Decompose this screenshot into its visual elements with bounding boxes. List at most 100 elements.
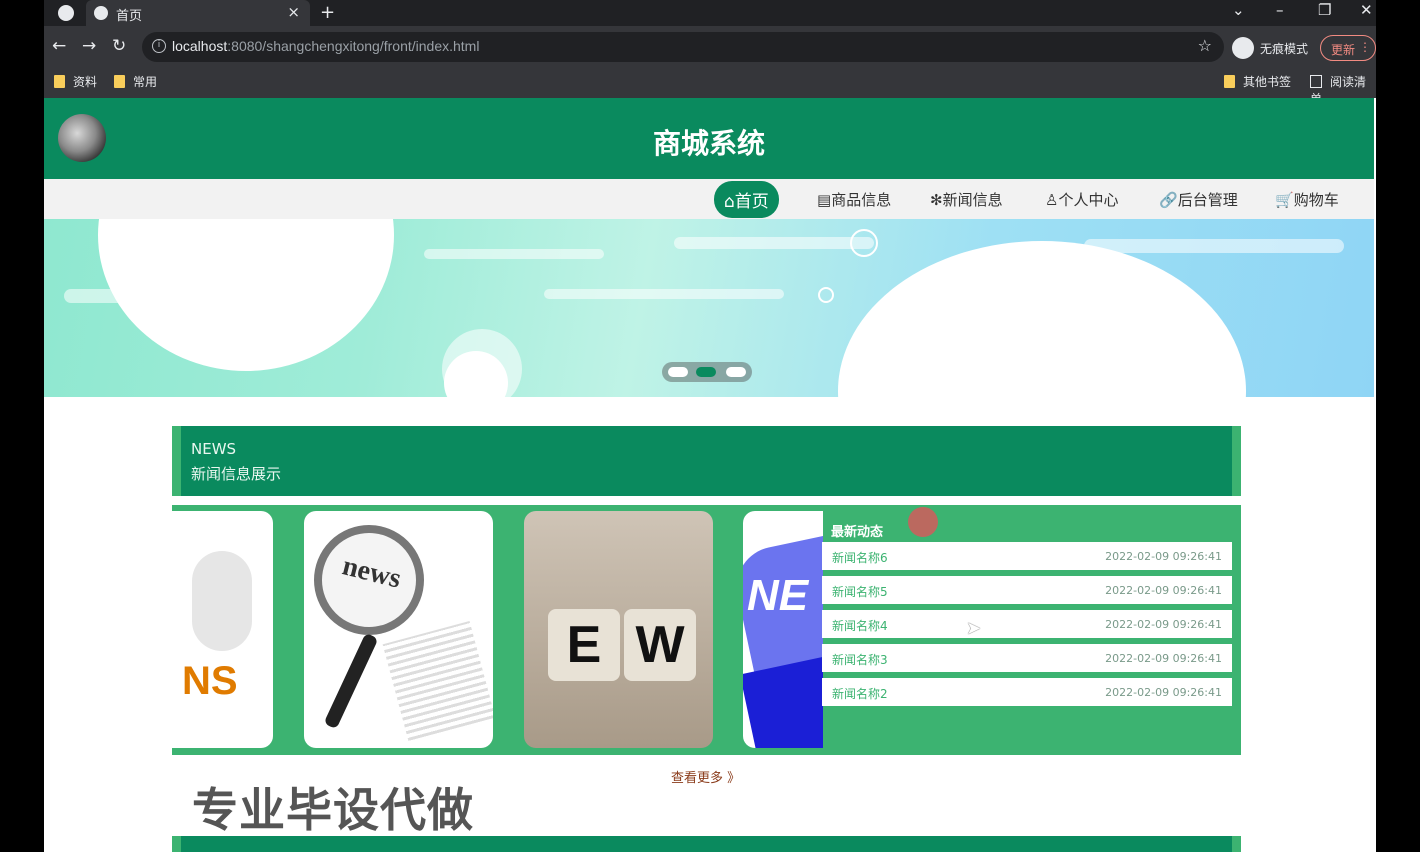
mouse-cursor-icon: ➤: [966, 618, 982, 639]
news-item-time: 2022-02-09 09:26:41: [1105, 686, 1222, 699]
decor-ring: [818, 287, 834, 303]
nav-label: 新闻信息: [942, 191, 1003, 209]
latest-news-title: 最新动态: [831, 525, 884, 540]
nav-products[interactable]: ▤商品信息: [817, 189, 891, 210]
browser-chrome: 首页 × + ⌄ – ❐ ✕ ← → ↻ i localhost:8080/sh…: [44, 0, 1376, 106]
news-item-time: 2022-02-09 09:26:41: [1105, 584, 1222, 597]
favicon-icon: [94, 6, 108, 20]
news-item-name: 新闻名称6: [832, 551, 888, 565]
folder-icon: [54, 75, 65, 88]
screen: 首页 × + ⌄ – ❐ ✕ ← → ↻ i localhost:8080/sh…: [0, 0, 1420, 852]
figure-shape: [192, 551, 252, 651]
menu-icon[interactable]: ⋮: [1359, 40, 1371, 54]
thumb-text: W: [624, 609, 696, 681]
list-icon: ▤: [817, 191, 832, 209]
other-bookmarks[interactable]: 其他书签: [1224, 73, 1291, 90]
thumb-text: NE: [747, 571, 809, 620]
tab-home[interactable]: 首页 ×: [86, 0, 310, 26]
reading-list-icon: [1310, 75, 1322, 88]
bookmark-label: 资料: [73, 75, 98, 89]
news-item-name: 新闻名称5: [832, 585, 888, 599]
cart-icon: 🛒: [1275, 191, 1294, 209]
tab-title: 首页: [116, 9, 143, 24]
news-item[interactable]: 新闻名称2 2022-02-09 09:26:41: [822, 678, 1232, 706]
news-item[interactable]: 新闻名称5 2022-02-09 09:26:41: [822, 576, 1232, 604]
dropdown-icon[interactable]: ⌄: [1232, 1, 1245, 19]
carousel-dot-2[interactable]: [696, 367, 716, 377]
tab-close-icon[interactable]: ×: [287, 3, 300, 21]
cloud-shape: [544, 289, 784, 299]
news-heading-en: NEWS: [191, 440, 237, 458]
thumb-text: E: [548, 609, 620, 681]
nav-cart[interactable]: 🛒购物车: [1275, 189, 1339, 210]
decor-circle: [838, 241, 1246, 397]
asterisk-icon: ✻: [930, 191, 943, 209]
news-item-time: 2022-02-09 09:26:41: [1105, 652, 1222, 665]
nav-admin[interactable]: 🔗后台管理: [1159, 189, 1238, 210]
link-icon: 🔗: [1159, 191, 1178, 209]
cloud-shape: [1084, 239, 1344, 253]
nav-label: 后台管理: [1177, 191, 1238, 209]
url-host: localhost: [172, 38, 228, 54]
news-item-time: 2022-02-09 09:26:41: [1105, 618, 1222, 631]
bookmark-folder-2[interactable]: 常用: [114, 73, 157, 90]
folder-icon: [114, 75, 125, 88]
news-section-body: NS news E W NE 最新动态 新闻名称6 2022-02-09 09:2…: [172, 505, 1241, 755]
nav-profile[interactable]: ♙个人中心: [1045, 189, 1118, 210]
cloud-shape: [674, 237, 874, 249]
thumb-text: NS: [182, 659, 238, 703]
news-item[interactable]: 新闻名称6 2022-02-09 09:26:41: [822, 542, 1232, 570]
news-thumb-4[interactable]: NE: [743, 511, 823, 748]
minimize-icon[interactable]: –: [1276, 1, 1284, 19]
main-nav: ⌂首页 ▤商品信息 ✻新闻信息 ♙个人中心 🔗后台管理 🛒购物车: [44, 179, 1374, 219]
next-section-header: [172, 836, 1241, 852]
user-icon: ♙: [1045, 191, 1059, 209]
browser-toolbar: ← → ↻ i localhost:8080/shangchengxitong/…: [44, 26, 1376, 70]
news-item[interactable]: 新闻名称4 2022-02-09 09:26:41: [822, 610, 1232, 638]
update-button[interactable]: 更新 ⋮: [1320, 35, 1376, 61]
bookmarks-bar: 资料 常用 其他书签 阅读清单: [44, 70, 1376, 106]
web-page: 商城系统 ⌂首页 ▤商品信息 ✻新闻信息 ♙个人中心 🔗后台管理 🛒购物车 NE…: [44, 98, 1376, 852]
other-bookmarks-label: 其他书签: [1243, 75, 1292, 89]
nav-label: 购物车: [1293, 191, 1339, 209]
reload-icon[interactable]: ↻: [112, 36, 126, 56]
address-bar[interactable]: i localhost:8080/shangchengxitong/front/…: [142, 32, 1224, 62]
nav-news[interactable]: ✻新闻信息: [930, 189, 1003, 210]
browser-logo-icon: [58, 5, 74, 21]
news-heading-cn: 新闻信息展示: [191, 465, 282, 483]
star-icon[interactable]: ☆: [1198, 36, 1212, 55]
news-thumb-3[interactable]: E W: [524, 511, 713, 748]
bookmark-label: 常用: [133, 75, 158, 89]
news-item-name: 新闻名称2: [832, 687, 888, 701]
news-item-time: 2022-02-09 09:26:41: [1105, 550, 1222, 563]
incognito-icon[interactable]: [1232, 37, 1254, 59]
back-icon[interactable]: ←: [52, 36, 66, 56]
nav-label: 首页: [734, 192, 769, 212]
new-tab-icon[interactable]: +: [320, 2, 335, 23]
bookmark-folder-1[interactable]: 资料: [54, 73, 97, 90]
forward-icon[interactable]: →: [82, 36, 96, 56]
news-item[interactable]: 新闻名称3 2022-02-09 09:26:41: [822, 644, 1232, 672]
restore-icon[interactable]: ❐: [1318, 1, 1331, 19]
news-item-name: 新闻名称4: [832, 619, 888, 633]
folder-icon: [1224, 75, 1235, 88]
info-icon[interactable]: i: [152, 39, 166, 53]
carousel-dot-3[interactable]: [726, 367, 746, 377]
news-thumb-1[interactable]: NS: [172, 511, 273, 748]
news-item-name: 新闻名称3: [832, 653, 888, 667]
carousel-dot-1[interactable]: [668, 367, 688, 377]
banner-carousel[interactable]: [44, 219, 1374, 397]
site-header: 商城系统: [44, 98, 1374, 179]
close-icon[interactable]: ✕: [1360, 1, 1373, 19]
incognito-label: 无痕模式: [1260, 42, 1309, 56]
nav-home[interactable]: ⌂首页: [714, 181, 779, 218]
cursor-highlight: [908, 507, 938, 537]
news-thumb-2[interactable]: news: [304, 511, 493, 748]
update-label: 更新: [1331, 43, 1356, 57]
nav-label: 个人中心: [1058, 191, 1119, 209]
view-more-link[interactable]: 查看更多 》: [671, 767, 740, 786]
cloud-shape: [424, 249, 604, 259]
decor-ring: [850, 229, 878, 257]
home-icon: ⌂: [724, 192, 735, 212]
tab-strip: 首页 × + ⌄ – ❐ ✕: [44, 0, 1376, 26]
